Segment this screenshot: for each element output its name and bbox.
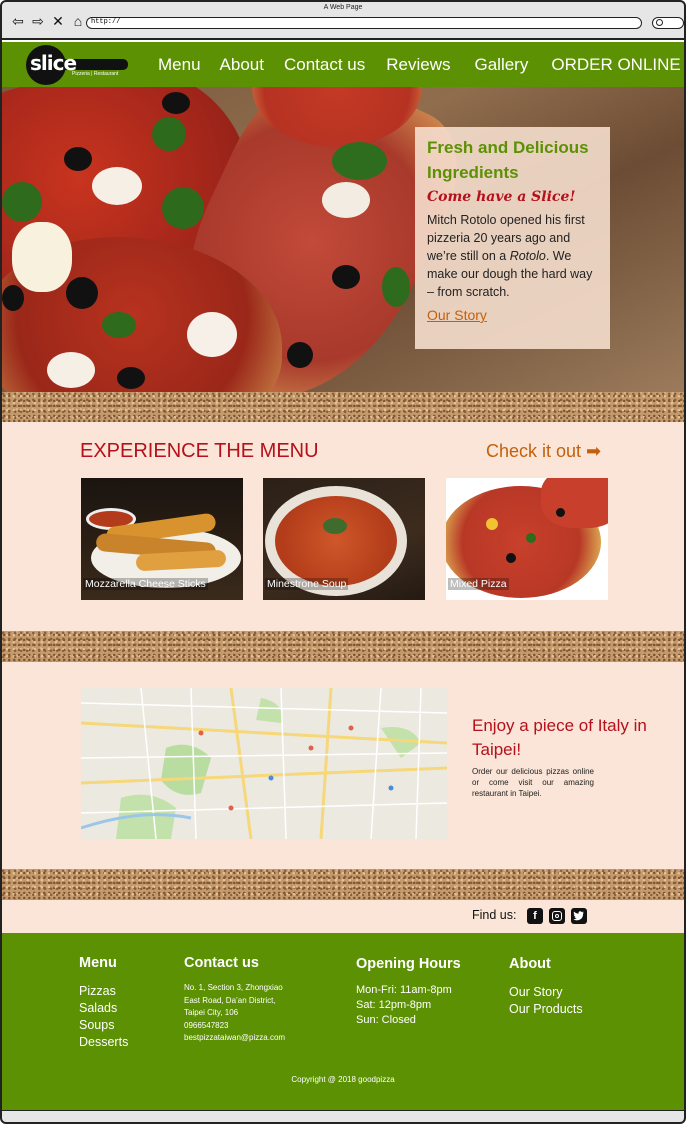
menu-card-caption: Mixed Pizza xyxy=(448,578,509,590)
location-title: Enjoy a piece of Italy in Taipei! xyxy=(472,716,647,759)
footer-hours-item: Sun: Closed xyxy=(356,1014,416,1026)
find-us-bar: Find us: f xyxy=(2,900,684,933)
map-graphic xyxy=(81,688,447,839)
hero-info-card: Fresh and Delicious Ingredients Come hav… xyxy=(415,127,610,349)
cork-divider xyxy=(2,869,684,900)
footer-menu-heading: Menu xyxy=(79,955,117,971)
url-bar[interactable]: http:// xyxy=(86,17,642,29)
menu-card-caption: Minestrone Soup xyxy=(265,578,349,590)
footer-email[interactable]: bestpizzataiwan@pizza.com xyxy=(184,1032,285,1045)
nav-link-about[interactable]: About xyxy=(220,55,264,75)
hero-description: Mitch Rotolo opened his first pizzeria 2… xyxy=(427,213,593,299)
location-map[interactable] xyxy=(81,688,447,839)
browser-status-bar xyxy=(0,1110,686,1124)
nav-link-menu[interactable]: Menu xyxy=(158,55,201,75)
browser-chrome: A Web Page ⇦ ⇨ ✕ ⌂ http:// xyxy=(0,0,686,40)
copyright-text: Copyright @ 2018 goodpizza xyxy=(291,1075,395,1084)
nav-link-gallery[interactable]: Gallery xyxy=(474,55,528,75)
hero-tagline: Come have a Slice! xyxy=(427,189,576,205)
cork-divider xyxy=(2,631,684,662)
footer: Menu Pizzas Salads Soups Desserts Contac… xyxy=(2,933,684,1110)
hero-banner: Fresh and Delicious Ingredients Come hav… xyxy=(2,87,684,392)
our-story-link[interactable]: Our Story xyxy=(427,307,487,323)
twitter-icon[interactable] xyxy=(571,908,587,924)
check-it-out-link[interactable]: Check it out ➡ xyxy=(486,441,601,462)
footer-hours-heading: Opening Hours xyxy=(356,956,461,972)
footer-hours-item: Sat: 12pm-8pm xyxy=(356,999,432,1011)
forward-icon[interactable]: ⇨ xyxy=(30,13,46,29)
footer-link-pizzas[interactable]: Pizzas xyxy=(79,983,128,1000)
footer-address-line: No. 1, Section 3, Zhongxiao xyxy=(184,983,283,992)
footer-address-line: Taipei City, 106 xyxy=(184,1008,239,1017)
footer-contact-column: Contact us No. 1, Section 3, Zhongxiao E… xyxy=(184,955,285,1045)
footer-about-heading: About xyxy=(509,956,551,972)
logo-text: slice xyxy=(30,51,77,75)
footer-link-salads[interactable]: Salads xyxy=(79,1000,128,1017)
menu-section-title: EXPERIENCE THE MENU xyxy=(80,440,319,462)
footer-link-our-story[interactable]: Our Story xyxy=(509,984,583,1001)
window-title: A Web Page xyxy=(323,4,363,11)
nav-links: Menu About Contact us Reviews Gallery OR… xyxy=(158,55,681,75)
footer-link-desserts[interactable]: Desserts xyxy=(79,1034,128,1051)
location-description: Order our delicious pizzas online or com… xyxy=(472,767,594,798)
menu-card-mozzarella[interactable]: Mozzarella Cheese Sticks xyxy=(81,478,243,600)
footer-link-our-products[interactable]: Our Products xyxy=(509,1001,583,1018)
footer-link-soups[interactable]: Soups xyxy=(79,1017,128,1034)
menu-section: EXPERIENCE THE MENU Check it out ➡ Mozza… xyxy=(2,422,684,631)
nav-link-contact[interactable]: Contact us xyxy=(284,55,365,75)
menu-card-caption: Mozzarella Cheese Sticks xyxy=(83,578,208,590)
footer-hours-column: Opening Hours Mon-Fri: 11am-8pm Sat: 12p… xyxy=(356,956,461,1028)
menu-card-mixed-pizza[interactable]: Mixed Pizza xyxy=(446,478,608,600)
logo-subtitle: Pizzeria | Restaurant xyxy=(72,71,119,77)
nav-link-order-online[interactable]: ORDER ONLINE xyxy=(551,55,680,75)
footer-menu-column: Menu Pizzas Salads Soups Desserts xyxy=(79,955,128,1051)
footer-contact-heading: Contact us xyxy=(184,955,259,971)
close-icon[interactable]: ✕ xyxy=(50,13,66,29)
footer-phone: 0966547823 xyxy=(184,1020,229,1030)
home-icon[interactable]: ⌂ xyxy=(70,13,86,29)
footer-hours-item: Mon-Fri: 11am-8pm xyxy=(356,984,452,996)
instagram-icon[interactable] xyxy=(549,908,565,924)
location-section: Enjoy a piece of Italy in Taipei! Order … xyxy=(2,662,684,869)
browser-search-box[interactable] xyxy=(652,17,684,29)
find-us-label: Find us: xyxy=(472,908,517,922)
browser-nav-buttons: ⇦ ⇨ ✕ ⌂ xyxy=(10,13,86,30)
cork-divider xyxy=(2,392,684,422)
footer-address-line: East Road, Da’an District, xyxy=(184,995,276,1005)
hero-title: Fresh and Delicious Ingredients xyxy=(427,138,589,182)
facebook-icon[interactable]: f xyxy=(527,908,543,924)
footer-about-column: About Our Story Our Products xyxy=(509,956,583,1018)
nav-link-reviews[interactable]: Reviews xyxy=(386,55,450,75)
site-nav-bar: slice Pizzeria | Restaurant Menu About C… xyxy=(2,42,684,87)
search-icon xyxy=(656,19,663,26)
back-icon[interactable]: ⇦ xyxy=(10,13,26,29)
menu-card-minestrone[interactable]: Minestrone Soup xyxy=(263,478,425,600)
